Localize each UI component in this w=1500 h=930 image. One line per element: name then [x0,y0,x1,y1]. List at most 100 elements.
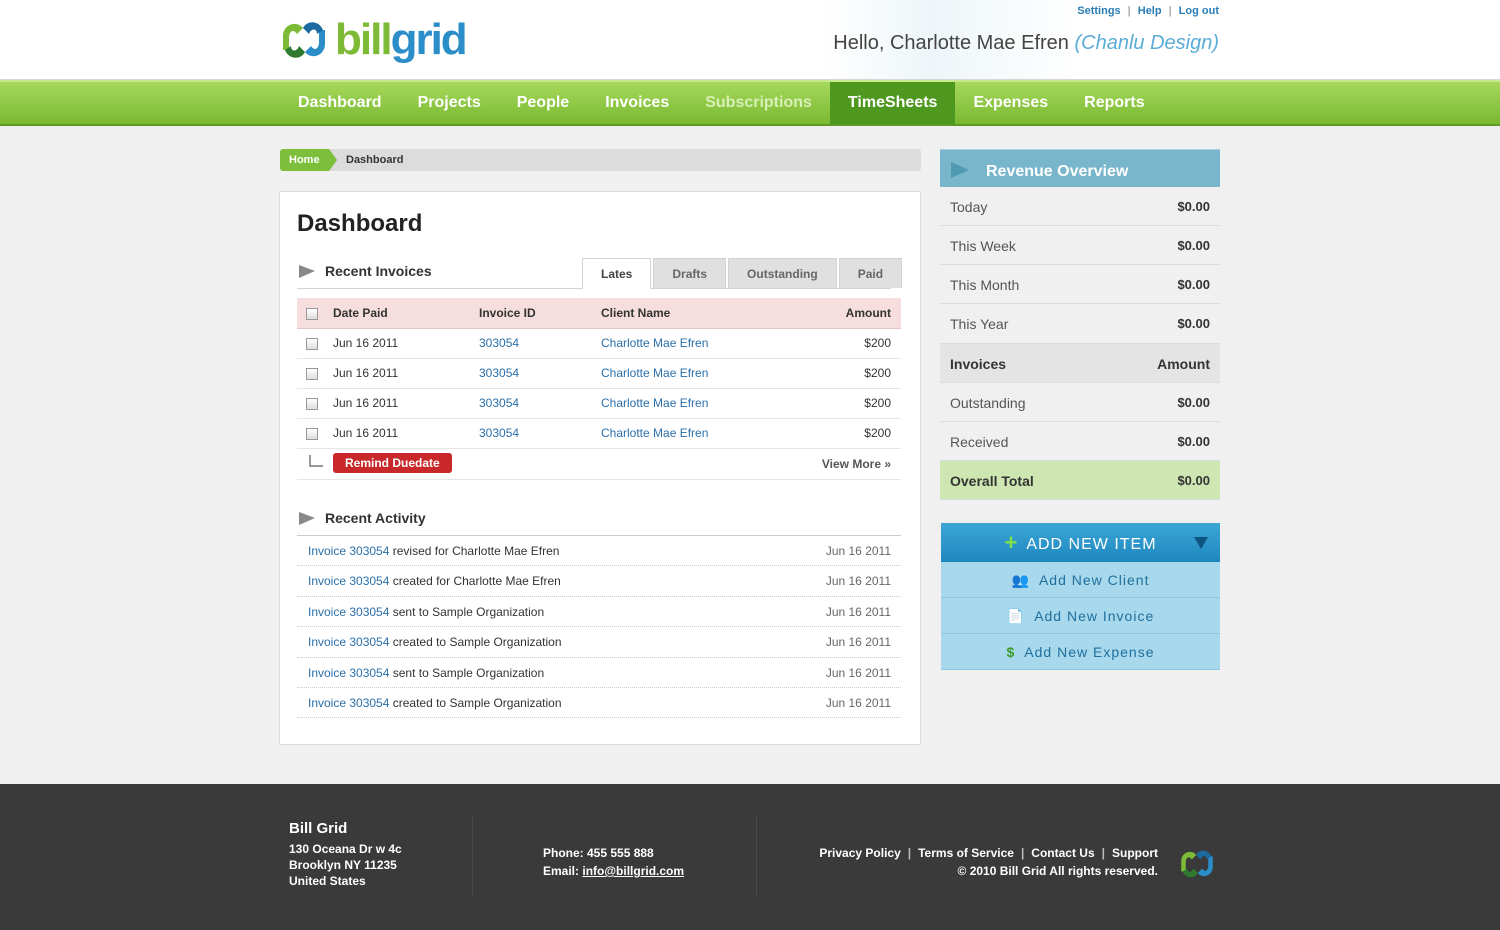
revenue-row: Received $0.00 [940,422,1220,461]
activity-invoice-link[interactable]: Invoice 303054 [308,574,389,588]
client-name-link[interactable]: Charlotte Mae Efren [601,418,799,449]
row-checkbox[interactable] [306,367,318,380]
activity-invoice-link[interactable]: Invoice 303054 [308,696,389,710]
tab-drafts[interactable]: Drafts [653,258,727,288]
revenue-header: Revenue Overview [940,149,1220,187]
nav-dashboard[interactable]: Dashboard [280,82,400,124]
arrow-icon [299,511,315,525]
activity-text: created to Sample Organization [389,635,562,650]
invoice-id-link[interactable]: 303054 [479,328,601,359]
activity-text: sent to Sample Organization [389,665,545,680]
separator: | [907,846,912,860]
return-arrow-icon [309,455,323,467]
list-item: Invoice 303054 created to Sample Organiz… [297,627,901,658]
add-item-label: Add New Expense [1024,644,1155,660]
contact-link[interactable]: Contact Us [1031,844,1094,862]
document-icon: 📄 [1006,608,1026,624]
row-checkbox[interactable] [306,397,318,410]
col-amount[interactable]: Amount [798,298,901,329]
col-date-paid[interactable]: Date Paid [333,298,479,329]
recent-activity-heading: Recent Activity [299,510,426,526]
row-checkbox[interactable] [306,337,318,350]
terms-link[interactable]: Terms of Service [918,844,1014,862]
activity-date: Jun 16 2011 [825,544,891,558]
recent-invoices-heading: Recent Invoices [299,263,432,279]
activity-invoice-link[interactable]: Invoice 303054 [308,544,389,558]
activity-invoice-link[interactable]: Invoice 303054 [308,666,389,680]
add-new-client-item[interactable]: 👥 Add New Client [941,562,1220,598]
plus-icon: + [1004,530,1019,555]
footer-address: Bill Grid 130 Oceana Dr w 4c Brooklyn NY… [289,821,402,889]
nav-subscriptions[interactable]: Subscriptions [687,82,830,124]
revenue-title: Revenue Overview [986,163,1129,180]
add-new-invoice-item[interactable]: 📄 Add New Invoice [941,598,1220,634]
brand-logo[interactable]: billgrid [279,14,468,66]
tab-paid[interactable]: Paid [838,258,903,288]
date-cell: Jun 16 2011 [333,358,479,389]
greeting-org: (Chanlu Design) [1074,32,1219,54]
invoice-id-link[interactable]: 303054 [479,418,601,449]
footer-phone: Phone: 455 555 888 [543,846,654,860]
table-row: Jun 16 2011 303054 Charlotte Mae Efren $… [297,388,901,419]
billgrid-logo-icon [283,22,325,58]
tab-lates[interactable]: Lates [582,258,652,289]
footer-contact: Phone: 455 555 888 Email: info@billgrid.… [543,844,684,880]
overall-total-row: Overall Total $0.00 [940,461,1220,500]
breadcrumb-home[interactable]: Home [280,149,337,171]
select-all-checkbox[interactable] [306,307,318,320]
settings-link[interactable]: Settings [1077,5,1120,17]
client-name-link[interactable]: Charlotte Mae Efren [601,388,799,419]
nav-expenses[interactable]: Expenses [955,82,1066,124]
brand-wordmark: billgrid [335,16,468,64]
client-name-link[interactable]: Charlotte Mae Efren [601,358,799,389]
invoice-id-link[interactable]: 303054 [479,388,601,419]
nav-projects[interactable]: Projects [400,82,499,124]
separator: | [1020,846,1025,860]
col-client-name[interactable]: Client Name [601,298,799,329]
billgrid-logo-icon [1181,850,1213,878]
privacy-policy-link[interactable]: Privacy Policy [819,844,900,862]
activity-invoice-link[interactable]: Invoice 303054 [308,635,389,649]
page-title: Dashboard [297,210,423,237]
invoice-id-link[interactable]: 303054 [479,358,601,389]
revenue-label: Outstanding [950,395,1026,411]
nav-timesheets[interactable]: TimeSheets [829,82,956,124]
activity-date: Jun 16 2011 [825,574,891,589]
activity-date: Jun 16 2011 [825,635,891,650]
invoice-actions-row: Remind Duedate View More » [297,448,901,480]
nav-reports[interactable]: Reports [1066,82,1162,124]
footer-address-line: Brooklyn NY 11235 [289,858,397,872]
remind-duedate-button[interactable]: Remind Duedate [333,453,452,473]
add-item-label: Add New Client [1038,572,1150,588]
logout-link[interactable]: Log out [1179,5,1219,17]
activity-text: created for Charlotte Mae Efren [389,574,561,589]
revenue-row: This Year $0.00 [940,304,1220,344]
list-item: Invoice 303054 revised for Charlotte Mae… [297,536,901,567]
dashboard-panel: Dashboard Recent Invoices Lates Drafts O… [279,191,921,745]
breadcrumb-current: Dashboard [346,154,404,166]
support-link[interactable]: Support [1112,844,1158,862]
revenue-label: Received [950,434,1009,450]
tab-outstanding[interactable]: Outstanding [728,258,837,288]
footer-divider [472,816,473,896]
add-new-expense-item[interactable]: $ Add New Expense [941,634,1220,670]
help-link[interactable]: Help [1138,5,1162,17]
row-select-cell [297,418,333,449]
date-cell: Jun 16 2011 [333,328,479,359]
amount-label: Amount [1157,356,1210,372]
table-row: Jun 16 2011 303054 Charlotte Mae Efren $… [297,358,901,389]
arrow-icon [299,264,315,278]
nav-invoices[interactable]: Invoices [587,82,687,124]
col-invoice-id[interactable]: Invoice ID [479,298,601,329]
revenue-row: This Month $0.00 [940,265,1220,304]
client-name-link[interactable]: Charlotte Mae Efren [601,328,799,359]
activity-invoice-link[interactable]: Invoice 303054 [308,605,389,619]
triangle-down-icon [1194,537,1208,549]
add-new-item-button[interactable]: + ADD NEW ITEM [941,523,1220,562]
total-value: $0.00 [1177,473,1210,488]
row-checkbox[interactable] [306,427,318,440]
breadcrumb: Home Dashboard [280,149,921,171]
nav-people[interactable]: People [499,82,587,124]
view-more-link[interactable]: View More » [822,457,891,471]
footer-email-link[interactable]: info@billgrid.com [582,864,684,878]
